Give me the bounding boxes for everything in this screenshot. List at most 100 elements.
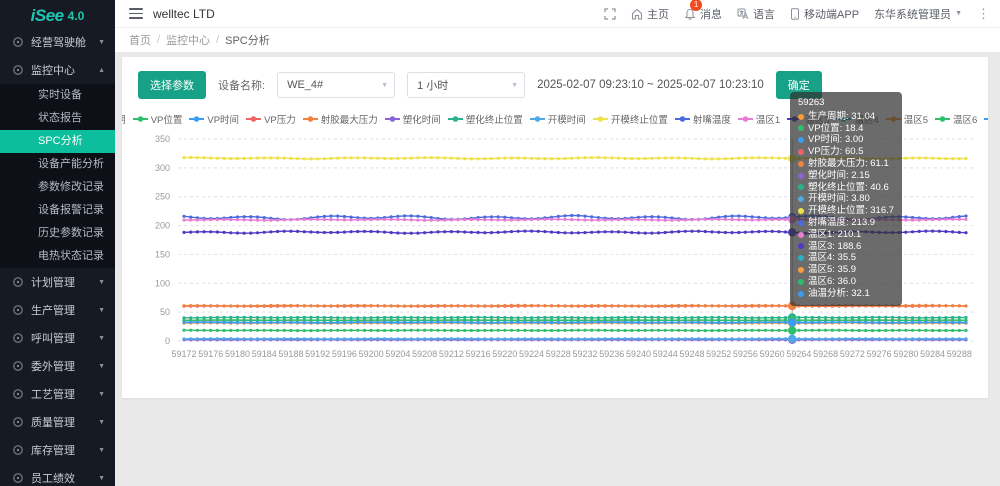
sidebar-group-call[interactable]: 呼叫管理▼: [0, 324, 115, 352]
monitor-icon: [12, 64, 24, 76]
confirm-button[interactable]: 确定: [776, 71, 822, 99]
legend-label: VP位置: [151, 112, 183, 126]
legend-label: 温区4: [854, 112, 878, 126]
legend-marker: [189, 115, 204, 123]
legend-item[interactable]: VP压力: [246, 112, 296, 126]
legend-item[interactable]: 温区1: [738, 112, 780, 126]
legend-label: 温区6: [953, 112, 977, 126]
sidebar-item-SPC分析[interactable]: SPC分析: [0, 130, 115, 153]
legend-item[interactable]: 开模时间: [530, 112, 586, 126]
sidebar-group-plan[interactable]: 计划管理▼: [0, 268, 115, 296]
messages-button[interactable]: 1 消息: [684, 6, 722, 22]
sidebar-group-production[interactable]: 生产管理▼: [0, 296, 115, 324]
legend-label: 开模时间: [548, 112, 586, 126]
svg-text:59244: 59244: [653, 349, 678, 359]
user-menu[interactable]: 东华系统管理员 ▼: [874, 6, 962, 22]
legend-marker: [675, 115, 690, 123]
performance-icon: [12, 472, 24, 484]
sidebar-group-label: 工艺管理: [31, 386, 98, 402]
chart-wrap: 0501001502002503003505917259176591805918…: [130, 131, 988, 369]
chart-legend: 生产周期 VP位置 VP时间 VP压力射胶最大压力 塑化时间 塑化终止位置 开模时间开模终止…: [122, 111, 988, 127]
legend-marker: [984, 115, 988, 123]
legend-item[interactable]: 塑化终止位置: [448, 112, 523, 126]
spc-chart[interactable]: 0501001502002503003505917259176591805918…: [130, 131, 982, 369]
more-options-icon[interactable]: ⋮: [977, 6, 990, 22]
legend-item[interactable]: 油温分析: [984, 112, 988, 126]
legend-item[interactable]: 生产周期: [122, 112, 126, 126]
company-title: welltec LTD: [153, 7, 215, 21]
legend-label: 塑化终止位置: [466, 112, 523, 126]
breadcrumb: 首页/监控中心/SPC分析: [115, 28, 1000, 53]
svg-text:59276: 59276: [867, 349, 892, 359]
mobile-app-button[interactable]: 移动端APP: [790, 6, 859, 22]
svg-text:59232: 59232: [573, 349, 598, 359]
logo-version: 4.0: [68, 9, 85, 23]
legend-item[interactable]: 塑化时间: [385, 112, 441, 126]
legend-label: 射嘴温度: [693, 112, 731, 126]
sidebar-item-电热状态记录[interactable]: 电热状态记录: [0, 245, 115, 268]
device-select[interactable]: WE_4# ▼: [277, 72, 395, 98]
legend-item[interactable]: 温区6: [935, 112, 977, 126]
sidebar-group-label: 计划管理: [31, 274, 98, 290]
legend-marker: [448, 115, 463, 123]
message-badge: 1: [690, 0, 702, 11]
sidebar-group-quality[interactable]: 质量管理▼: [0, 408, 115, 436]
y-axis: 050100150200250300350: [155, 134, 976, 346]
sidebar-item-参数修改记录[interactable]: 参数修改记录: [0, 176, 115, 199]
sidebar-group-performance[interactable]: 员工绩效▼: [0, 464, 115, 486]
fullscreen-icon[interactable]: [604, 8, 616, 20]
hamburger-menu-icon[interactable]: [129, 8, 143, 19]
legend-item[interactable]: 温区5: [886, 112, 928, 126]
home-button[interactable]: 主页: [631, 6, 669, 22]
home-label: 主页: [647, 6, 669, 22]
page: iSee 4.0 经营驾驶舱▼监控中心▲实时设备状态报告SPC分析设备产能分析参…: [0, 0, 1000, 486]
svg-text:59256: 59256: [733, 349, 758, 359]
sidebar-item-实时设备[interactable]: 实时设备: [0, 84, 115, 107]
sidebar-item-历史参数记录[interactable]: 历史参数记录: [0, 222, 115, 245]
device-name-label: 设备名称:: [218, 77, 265, 93]
breadcrumb-item[interactable]: SPC分析: [225, 32, 270, 48]
plan-icon: [12, 276, 24, 288]
sidebar-group-inventory[interactable]: 库存管理▼: [0, 436, 115, 464]
device-select-value: WE_4#: [287, 79, 323, 91]
legend-item[interactable]: 开模终止位置: [593, 112, 668, 126]
interval-select[interactable]: 1 小时 ▼: [407, 72, 525, 98]
breadcrumb-item[interactable]: 监控中心: [166, 32, 210, 48]
sidebar-group-process[interactable]: 工艺管理▼: [0, 380, 115, 408]
legend-marker: [738, 115, 753, 123]
chevron-down-icon: ▼: [98, 363, 105, 370]
svg-text:59236: 59236: [599, 349, 624, 359]
svg-text:0: 0: [165, 336, 170, 346]
content-area: 选择参数 设备名称: WE_4# ▼ 1 小时 ▼ 2025-02-07 09:…: [115, 53, 1000, 486]
svg-text:59172: 59172: [171, 349, 196, 359]
svg-text:59248: 59248: [679, 349, 704, 359]
select-params-button[interactable]: 选择参数: [138, 71, 206, 99]
spc-card: 选择参数 设备名称: WE_4# ▼ 1 小时 ▼ 2025-02-07 09:…: [122, 57, 988, 398]
app-logo: iSee 4.0: [0, 0, 115, 28]
interval-select-value: 1 小时: [417, 77, 448, 93]
legend-item[interactable]: VP时间: [189, 112, 239, 126]
legend-item[interactable]: 温区4: [836, 112, 878, 126]
sidebar-group-dashboard[interactable]: 经营驾驶舱▼: [0, 28, 115, 56]
sidebar-item-状态报告[interactable]: 状态报告: [0, 107, 115, 130]
legend-item[interactable]: 射嘴温度: [675, 112, 731, 126]
sidebar-item-设备报警记录[interactable]: 设备报警记录: [0, 199, 115, 222]
legend-item[interactable]: VP位置: [133, 112, 183, 126]
sidebar-menu: 经营驾驶舱▼监控中心▲实时设备状态报告SPC分析设备产能分析参数修改记录设备报警…: [0, 28, 115, 486]
quality-icon: [12, 416, 24, 428]
breadcrumb-item[interactable]: 首页: [129, 32, 151, 48]
sidebar-group-outsource[interactable]: 委外管理▼: [0, 352, 115, 380]
legend-item[interactable]: 温区3: [787, 112, 829, 126]
sidebar-group-monitor[interactable]: 监控中心▲: [0, 56, 115, 84]
sidebar-group-label: 员工绩效: [31, 470, 98, 486]
chevron-down-icon: ▼: [98, 335, 105, 342]
legend-marker: [836, 115, 851, 123]
legend-label: 塑化时间: [403, 112, 441, 126]
legend-item[interactable]: 射胶最大压力: [303, 112, 378, 126]
svg-text:100: 100: [155, 278, 170, 288]
svg-text:59228: 59228: [546, 349, 571, 359]
svg-text:59264: 59264: [786, 349, 811, 359]
x-axis: 5917259176591805918459188591925919659200…: [171, 349, 971, 359]
sidebar-item-设备产能分析[interactable]: 设备产能分析: [0, 153, 115, 176]
language-button[interactable]: 语言: [737, 6, 775, 22]
